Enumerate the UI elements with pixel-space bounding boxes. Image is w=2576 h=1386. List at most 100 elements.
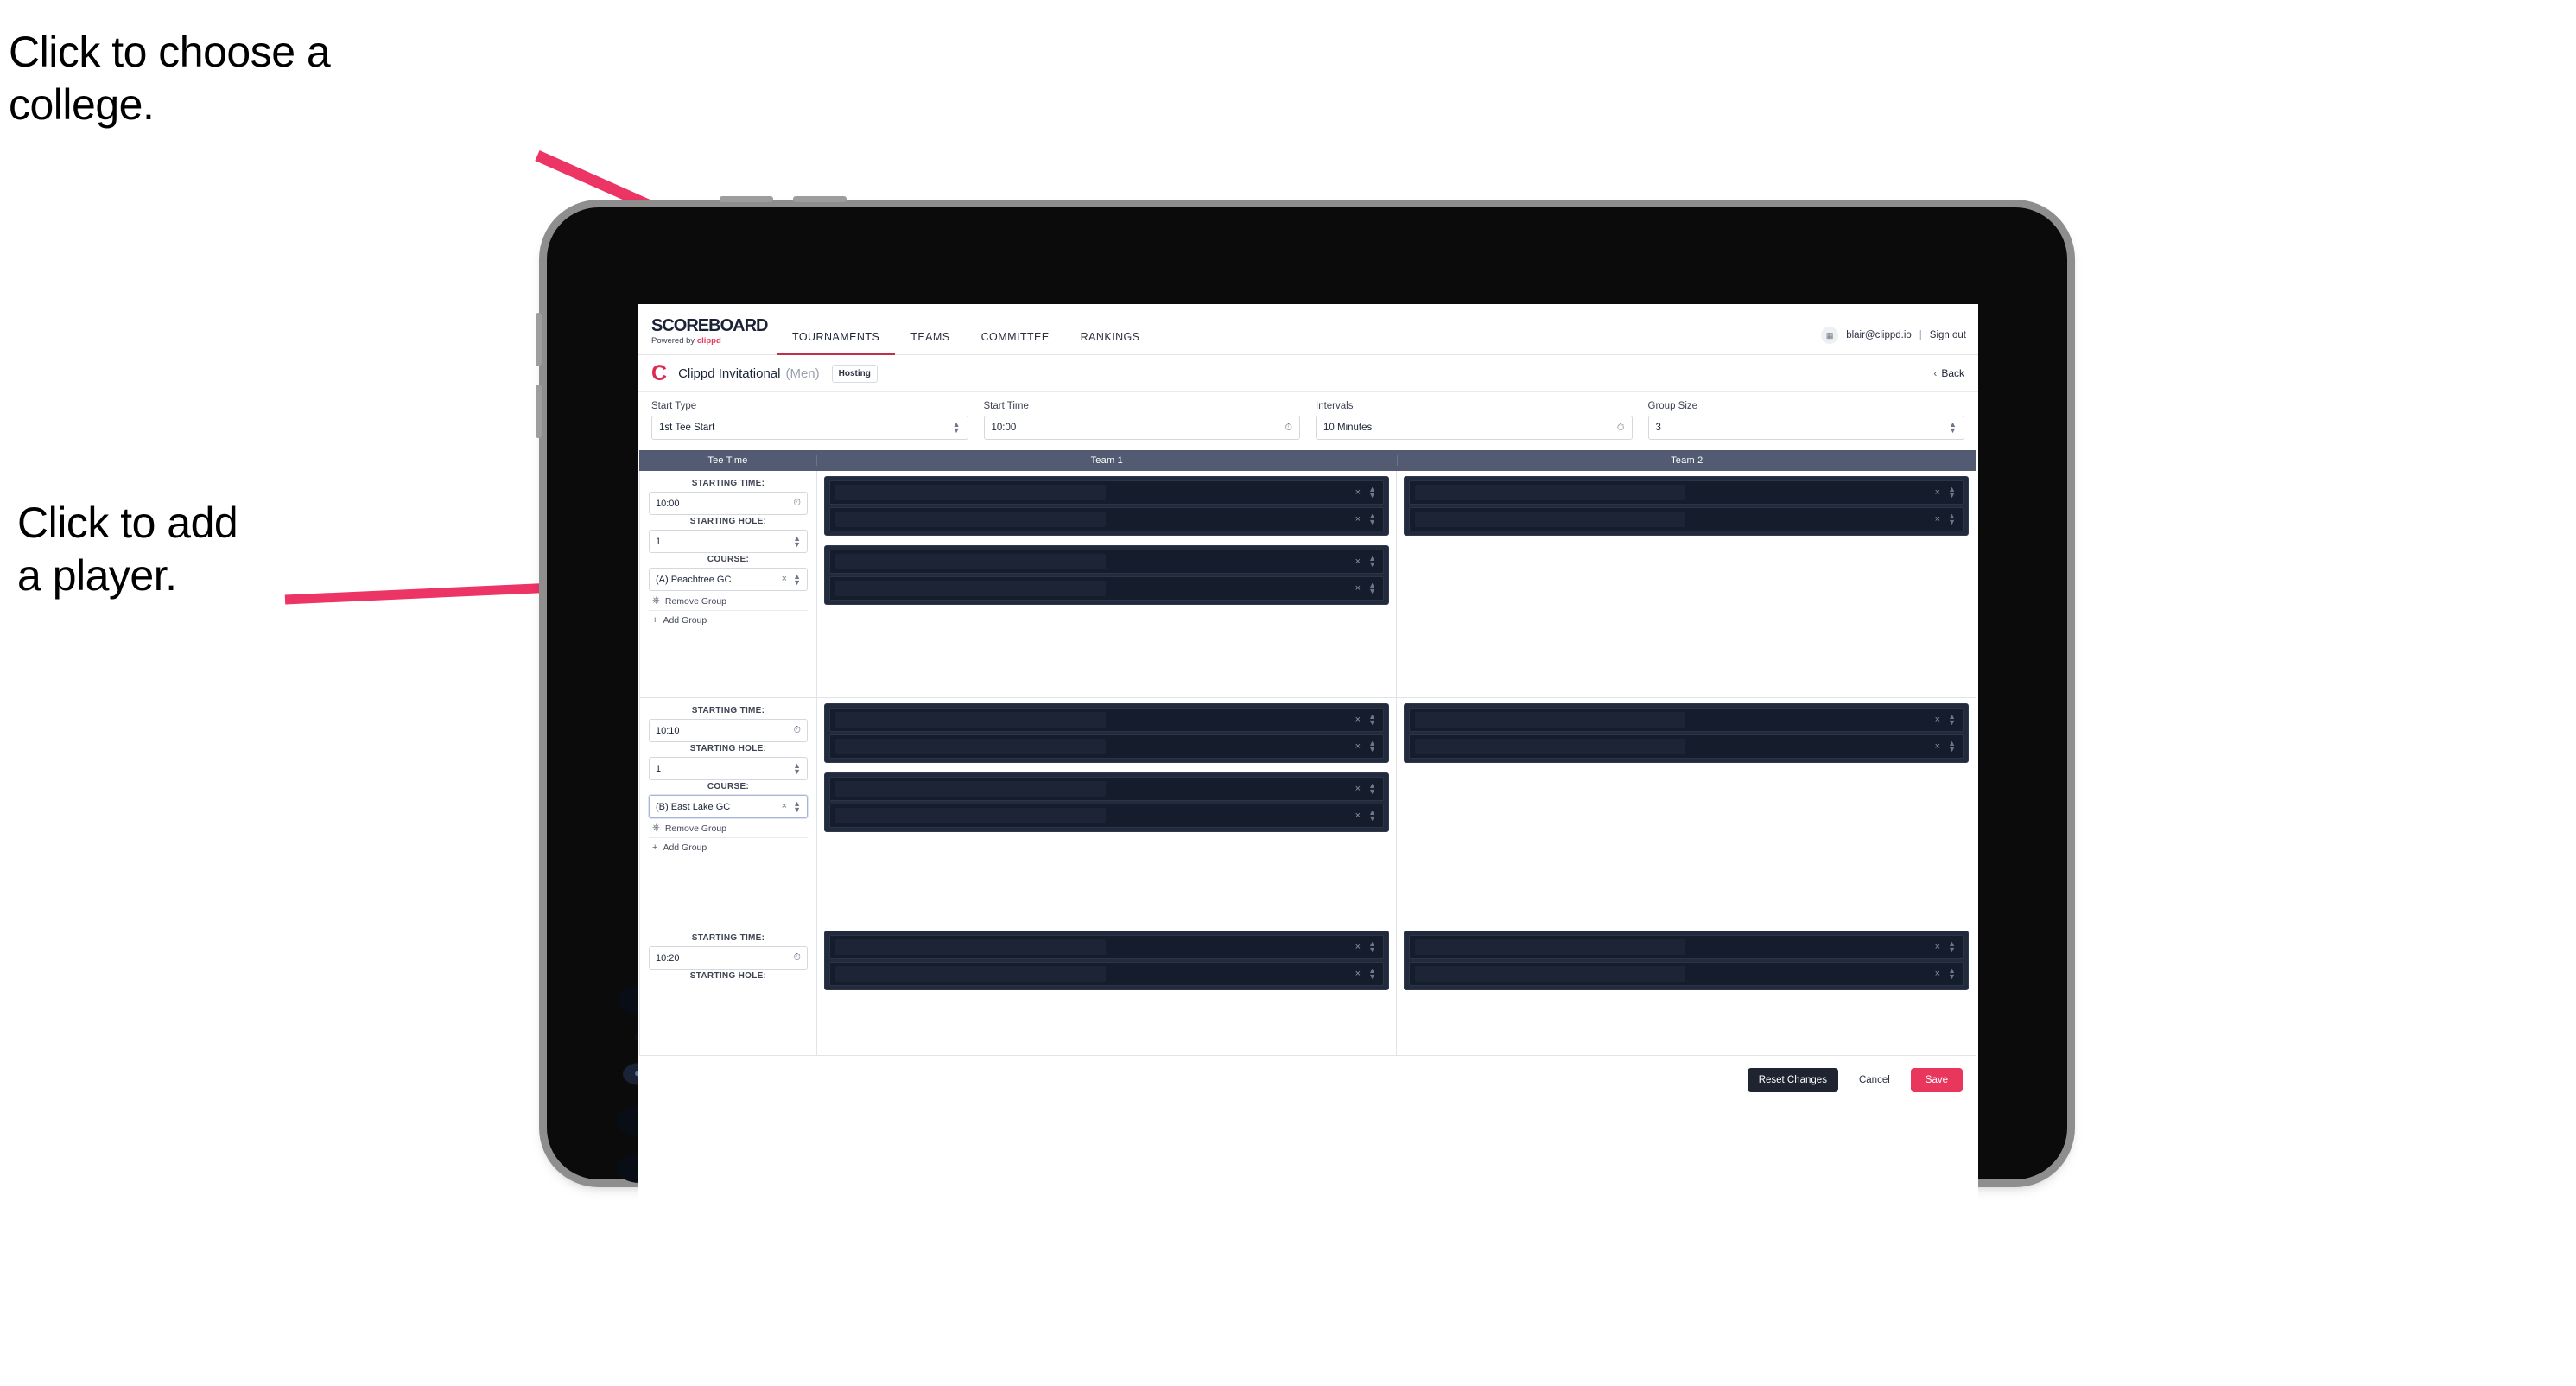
player-name-bar	[835, 712, 1106, 728]
clear-icon[interactable]: ×	[1355, 741, 1361, 752]
input-starting-time[interactable]: 10:20 ⏱	[649, 946, 808, 970]
stepper-icon[interactable]: ▲ ▼	[1368, 486, 1376, 499]
stepper-icon[interactable]: ▲ ▼	[1368, 713, 1376, 727]
player-group: × ▲ ▼ × ▲ ▼	[824, 772, 1389, 832]
add-group-link[interactable]: + Add Group	[649, 610, 808, 629]
player-name-placeholder	[1415, 712, 1935, 728]
top-button-a[interactable]	[720, 196, 773, 202]
stepper-icon[interactable]: ▲ ▼	[953, 421, 961, 435]
player-select-row[interactable]: × ▲ ▼	[829, 708, 1384, 732]
stepper-icon[interactable]: ▲ ▼	[1948, 740, 1956, 753]
stepper-icon[interactable]: ▲ ▼	[1368, 582, 1376, 595]
player-select-row[interactable]: × ▲ ▼	[829, 576, 1384, 601]
input-intervals[interactable]: 10 Minutes ⏱	[1316, 416, 1633, 440]
select-course[interactable]: (A) Peachtree GC × ▲ ▼	[649, 568, 808, 591]
clear-icon[interactable]: ×	[1935, 487, 1940, 498]
clear-icon[interactable]: ×	[1935, 969, 1940, 979]
stepper-icon[interactable]: ▲ ▼	[1368, 940, 1376, 954]
clear-icon[interactable]: ×	[1935, 942, 1940, 952]
clear-icon[interactable]: ×	[1355, 583, 1361, 594]
player-select-row[interactable]: × ▲ ▼	[829, 804, 1384, 828]
stepper-icon[interactable]: ▲ ▼	[793, 572, 801, 586]
player-select-row[interactable]: × ▲ ▼	[829, 507, 1384, 531]
status-badge: Hosting	[831, 364, 878, 383]
select-start-type[interactable]: 1st Tee Start ▲ ▼	[651, 416, 968, 440]
sign-out-link[interactable]: Sign out	[1930, 330, 1966, 340]
player-select-row[interactable]: × ▲ ▼	[1409, 962, 1964, 986]
stepper-icon[interactable]: ▲ ▼	[793, 534, 801, 548]
select-course[interactable]: (B) East Lake GC × ▲ ▼	[649, 795, 808, 818]
stepper-icon[interactable]: ▲ ▼	[1368, 512, 1376, 526]
clear-icon[interactable]: ×	[1355, 556, 1361, 567]
stepper-icon[interactable]: ▲ ▼	[1948, 486, 1956, 499]
input-start-time[interactable]: 10:00 ⏱	[983, 416, 1300, 440]
clear-icon[interactable]: ×	[1935, 715, 1940, 725]
stepper-starting-hole[interactable]: 1 ▲ ▼	[649, 757, 808, 780]
clear-icon[interactable]: ×	[1355, 942, 1361, 952]
add-group-link[interactable]: + Add Group	[649, 837, 808, 856]
stepper-icon[interactable]: ▲ ▼	[1949, 421, 1957, 435]
clear-icon[interactable]: ×	[1935, 741, 1940, 752]
tab-committee[interactable]: COMMITTEE	[966, 331, 1065, 354]
clear-icon[interactable]: ×	[1355, 784, 1361, 794]
clock-icon[interactable]: ⏱	[793, 499, 801, 508]
input-starting-time[interactable]: 10:10 ⏱	[649, 719, 808, 742]
clear-icon[interactable]: ×	[1355, 811, 1361, 821]
clock-icon[interactable]: ⏱	[793, 953, 801, 963]
tab-teams[interactable]: TEAMS	[895, 331, 965, 354]
remove-group-link[interactable]: ⎈ Remove Group	[649, 591, 808, 610]
clock-icon[interactable]: ⏱	[1617, 423, 1625, 433]
player-select-row[interactable]: × ▲ ▼	[829, 935, 1384, 959]
stepper-icon[interactable]: ▲ ▼	[1948, 512, 1956, 526]
stepper-icon[interactable]: ▲ ▼	[793, 761, 801, 775]
clock-icon[interactable]: ⏱	[1285, 423, 1292, 433]
clear-icon[interactable]: ×	[1355, 514, 1361, 525]
column-header-team-2: Team 2	[1671, 455, 1704, 466]
reset-changes-button[interactable]: Reset Changes	[1747, 1068, 1838, 1092]
stepper-icon[interactable]: ▲ ▼	[1368, 555, 1376, 569]
player-select-row[interactable]: × ▲ ▼	[1409, 935, 1964, 959]
player-select-row[interactable]: × ▲ ▼	[829, 734, 1384, 759]
player-group: × ▲ ▼ × ▲ ▼	[824, 931, 1389, 990]
field-group-size: Group Size 3 ▲ ▼	[1647, 401, 1964, 440]
stepper-icon[interactable]: ▲ ▼	[1948, 940, 1956, 954]
player-select-row[interactable]: × ▲ ▼	[1409, 734, 1964, 759]
column-header-tee-time: Tee Time	[639, 455, 817, 466]
clear-icon[interactable]: ×	[1355, 715, 1361, 725]
clear-icon[interactable]: ×	[1355, 969, 1361, 979]
volume-up-button[interactable]	[536, 313, 542, 366]
stepper-icon[interactable]: ▲ ▼	[1368, 967, 1376, 981]
input-starting-time[interactable]: 10:00 ⏱	[649, 492, 808, 515]
user-image-icon[interactable]: ▦	[1821, 327, 1839, 344]
stepper-icon[interactable]: ▲ ▼	[793, 799, 801, 813]
label-starting-time: STARTING TIME:	[691, 706, 765, 715]
player-select-row[interactable]: × ▲ ▼	[1409, 480, 1964, 505]
save-button[interactable]: Save	[1910, 1068, 1963, 1092]
tab-tournaments[interactable]: TOURNAMENTS	[777, 331, 896, 355]
tab-rankings[interactable]: RANKINGS	[1065, 331, 1156, 354]
player-select-row[interactable]: × ▲ ▼	[829, 962, 1384, 986]
player-select-row[interactable]: × ▲ ▼	[1409, 507, 1964, 531]
stepper-icon[interactable]: ▲ ▼	[1948, 713, 1956, 727]
stepper-icon[interactable]: ▲ ▼	[1368, 782, 1376, 796]
stepper-starting-hole[interactable]: 1 ▲ ▼	[649, 530, 808, 553]
back-button[interactable]: ‹ Back	[1933, 367, 1964, 379]
stepper-icon[interactable]: ▲ ▼	[1368, 809, 1376, 823]
player-select-row[interactable]: × ▲ ▼	[829, 550, 1384, 574]
stepper-icon[interactable]: ▲ ▼	[1948, 967, 1956, 981]
player-select-row[interactable]: × ▲ ▼	[1409, 708, 1964, 732]
player-select-row[interactable]: × ▲ ▼	[829, 777, 1384, 801]
clear-icon[interactable]: ×	[1935, 514, 1940, 525]
clear-icon[interactable]: ×	[782, 575, 787, 584]
stepper-icon[interactable]: ▲ ▼	[1368, 740, 1376, 753]
stepper-group-size[interactable]: 3 ▲ ▼	[1647, 416, 1964, 440]
player-select-row[interactable]: × ▲ ▼	[829, 480, 1384, 505]
clock-icon[interactable]: ⏱	[793, 726, 801, 735]
clear-icon[interactable]: ×	[1355, 487, 1361, 498]
volume-down-button[interactable]	[536, 385, 542, 438]
player-group: × ▲ ▼ × ▲ ▼	[1404, 703, 1969, 763]
remove-group-link[interactable]: ⎈ Remove Group	[649, 818, 808, 837]
clear-icon[interactable]: ×	[782, 802, 787, 811]
top-button-b[interactable]	[793, 196, 847, 202]
cancel-button[interactable]: Cancel	[1850, 1068, 1899, 1092]
